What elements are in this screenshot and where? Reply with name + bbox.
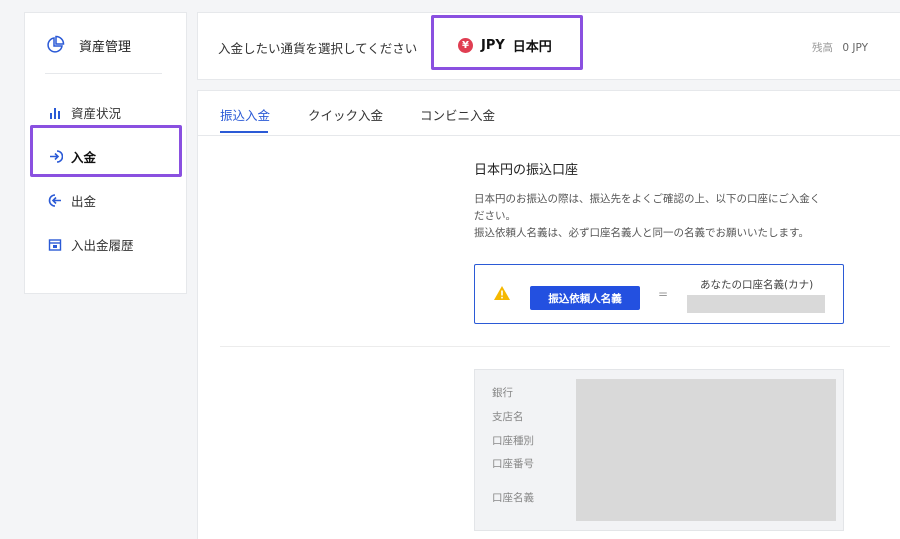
sidebar-item-label: 出金: [71, 194, 97, 209]
tab-quick-deposit[interactable]: クイック入金: [308, 105, 383, 124]
account-holder-label: 口座名義: [492, 492, 534, 504]
deposit-highlight-box: [30, 125, 182, 177]
sidebar-item-history[interactable]: 入出金履歴: [47, 235, 134, 254]
currency-prompt: 入金したい通貨を選択してください: [218, 41, 418, 56]
sidebar-header-label: 資産管理: [79, 39, 132, 55]
sidebar-item-label: 入出金履歴: [71, 238, 134, 253]
sidebar-item-label: 資産状況: [71, 106, 122, 121]
tab-bank-transfer[interactable]: 振込入金: [220, 105, 270, 124]
content-divider: [220, 346, 890, 347]
description-line: ださい。: [474, 210, 516, 222]
bank-details-redacted: [576, 379, 836, 521]
account-name-label: あなたの口座名義(カナ): [700, 279, 814, 291]
history-icon: [47, 237, 63, 253]
equals-sign: =: [658, 287, 669, 301]
sidebar-header: 資産管理: [45, 35, 131, 55]
remitter-name-button[interactable]: 振込依頼人名義: [530, 286, 640, 310]
currency-highlight-box: [431, 15, 583, 70]
sidebar-item-asset-status[interactable]: 資産状況: [47, 103, 121, 122]
description: 日本円のお振込の際は、振込先をよくご確認の上、以下の口座にご入金く ださい。 振…: [474, 191, 854, 242]
description-line: 日本円のお振込の際は、振込先をよくご確認の上、以下の口座にご入金く: [474, 193, 821, 205]
name-notice-box: 振込依頼人名義 = あなたの口座名義(カナ): [474, 264, 844, 324]
deposit-main-panel: 振込入金 クイック入金 コンビニ入金 日本円の振込口座 日本円のお振込の際は、振…: [197, 90, 900, 539]
tab-convenience-store[interactable]: コンビニ入金: [420, 105, 495, 124]
branch-label: 支店名: [492, 411, 524, 423]
pie-chart-icon: [47, 35, 65, 53]
warning-icon: [494, 286, 510, 300]
deposit-tabs: 振込入金 クイック入金 コンビニ入金: [198, 91, 900, 136]
bank-account-box: 銀行 支店名 口座種別 口座番号 口座名義: [474, 369, 844, 531]
description-line: 振込依頼人名義は、必ず口座名義人と同一の名義でお願いいたします。: [474, 227, 809, 239]
bar-chart-icon: [47, 105, 63, 121]
account-name-redacted: [687, 295, 825, 313]
account-type-label: 口座種別: [492, 435, 534, 447]
balance-label: 残高: [812, 42, 834, 54]
bank-label: 銀行: [492, 387, 513, 399]
sidebar-divider: [45, 73, 162, 74]
sidebar-item-withdraw[interactable]: 出金: [47, 191, 96, 210]
balance: 残高 0 JPY: [812, 40, 868, 55]
section-title: 日本円の振込口座: [474, 163, 579, 178]
balance-value: 0 JPY: [842, 42, 868, 54]
active-tab-underline: [220, 131, 268, 133]
withdraw-arrow-icon: [47, 193, 63, 209]
account-number-label: 口座番号: [492, 458, 534, 470]
